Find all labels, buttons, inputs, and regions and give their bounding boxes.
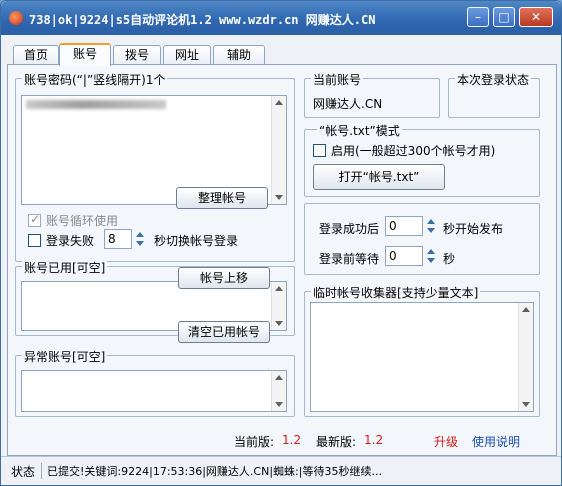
txt-mode-enable-checkbox[interactable]: [313, 144, 326, 157]
latest-version-label: 最新版:: [316, 435, 357, 449]
window-title: 738|ok|9224|s5自动评论机1.2 www.wzdr.cn 网赚达人.…: [29, 13, 376, 27]
current-account-group: 当前账号 网赚达人.CN: [304, 71, 440, 118]
move-account-up-button[interactable]: 帐号上移: [178, 267, 270, 289]
status-separator: [41, 463, 42, 479]
tab-assist[interactable]: 辅助: [213, 45, 265, 66]
login-status-label: 本次登录状态: [455, 71, 532, 88]
abnormal-accounts-scrollbar[interactable]: [271, 371, 286, 411]
current-version-value: 1.2: [282, 433, 302, 447]
app-icon: [9, 11, 23, 25]
accounts-group: 账号密码(“|”竖线隔开)1个 整理帐号 账号循环使用 登录失败 8 秒切换帐号…: [15, 71, 295, 262]
status-bar: 状态 已提交!关键词:9224|17:53:36|网赚达人.CN|蜘蛛:|等待3…: [1, 456, 561, 485]
tab-dialup[interactable]: 拨号: [113, 45, 161, 66]
redacted-account-text: [26, 100, 166, 109]
latest-version-value: 1.2: [364, 433, 384, 447]
login-fail-label: 登录失败: [46, 234, 95, 248]
maximize-button[interactable]: □: [493, 7, 515, 27]
login-fail-seconds-input[interactable]: 8: [104, 229, 132, 249]
accounts-scrollbar[interactable]: [271, 96, 286, 204]
tab-panel-account: 账号密码(“|”竖线隔开)1个 整理帐号 账号循环使用 登录失败 8 秒切换帐号…: [7, 64, 557, 456]
loop-accounts-checkbox[interactable]: [28, 212, 41, 227]
txt-mode-enable-label: 启用(一般超过300个帐号才用): [331, 144, 496, 158]
main-window: 738|ok|9224|s5自动评论机1.2 www.wzdr.cn 网赚达人.…: [0, 0, 562, 486]
collector-label: 临时帐号收集器[支持少量文本]: [311, 284, 481, 301]
minimize-button[interactable]: –: [467, 7, 489, 27]
after-login-label: 登录成功后: [319, 222, 380, 236]
collector-scrollbar[interactable]: [518, 303, 533, 411]
current-version-label: 当前版:: [234, 435, 275, 449]
title-bar[interactable]: 738|ok|9224|s5自动评论机1.2 www.wzdr.cn 网赚达人.…: [1, 1, 561, 35]
help-link[interactable]: 使用说明: [472, 433, 520, 450]
status-label: 状态: [11, 465, 36, 479]
before-login-suffix: 秒: [443, 252, 456, 266]
used-accounts-label: 账号已用[可空]: [22, 259, 108, 276]
abnormal-accounts-textarea[interactable]: [21, 370, 287, 412]
upgrade-link[interactable]: 升级: [434, 433, 458, 450]
current-account-value: 网赚达人.CN: [313, 97, 383, 111]
after-login-suffix: 秒开始发布: [443, 222, 504, 236]
before-login-seconds-spinner[interactable]: [425, 246, 437, 266]
open-txt-button[interactable]: 打开“帐号.txt”: [313, 164, 445, 190]
tab-account[interactable]: 账号: [59, 43, 111, 66]
tab-home[interactable]: 首页: [13, 45, 59, 66]
collector-group: 临时帐号收集器[支持少量文本]: [304, 284, 540, 417]
login-status-group: 本次登录状态: [448, 71, 540, 118]
organize-accounts-button[interactable]: 整理帐号: [176, 187, 268, 209]
abnormal-accounts-group: 异常账号[可空]: [15, 348, 295, 417]
login-fail-checkbox[interactable]: [28, 234, 41, 247]
collector-textarea[interactable]: [310, 302, 534, 412]
before-login-seconds-input[interactable]: 0: [385, 246, 423, 266]
accounts-group-label: 账号密码(“|”竖线隔开)1个: [22, 71, 168, 88]
loop-accounts-label: 账号循环使用: [46, 214, 119, 228]
used-accounts-scrollbar[interactable]: [271, 282, 286, 330]
after-login-seconds-spinner[interactable]: [425, 216, 437, 236]
txt-mode-label: “帐号.txt”模式: [317, 122, 402, 139]
abnormal-accounts-label: 异常账号[可空]: [22, 348, 108, 365]
switch-account-label: 秒切换帐号登录: [154, 234, 239, 248]
clear-used-accounts-button[interactable]: 清空已用帐号: [178, 321, 270, 343]
login-fail-seconds-spinner[interactable]: [134, 229, 146, 249]
timing-group: 登录成功后 0 秒开始发布 登录前等待 0 秒: [304, 203, 540, 275]
status-text: 已提交!关键词:9224|17:53:36|网赚达人.CN|蜘蛛:|等待35秒继…: [47, 465, 382, 478]
txt-mode-group: “帐号.txt”模式 启用(一般超过300个帐号才用) 打开“帐号.txt”: [304, 122, 540, 197]
after-login-seconds-input[interactable]: 0: [385, 216, 423, 236]
before-login-label: 登录前等待: [319, 252, 380, 266]
close-button[interactable]: ✕: [519, 7, 553, 27]
current-account-label: 当前账号: [311, 71, 364, 88]
used-accounts-group: 账号已用[可空] 帐号上移 清空已用帐号: [15, 259, 295, 343]
tab-url[interactable]: 网址: [163, 45, 211, 66]
